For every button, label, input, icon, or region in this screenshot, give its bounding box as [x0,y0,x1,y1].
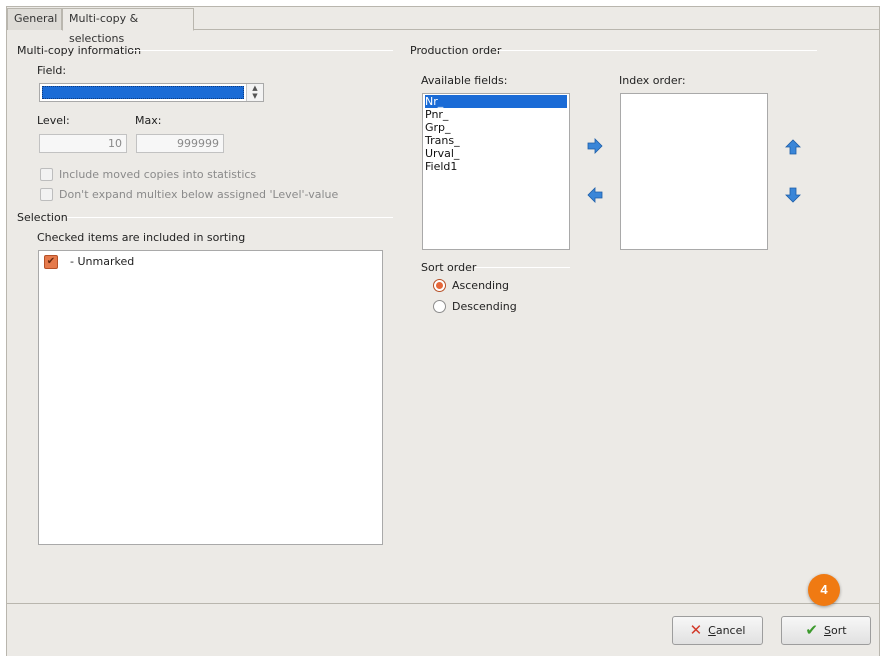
checkmark-icon: ✔ [805,621,818,639]
dont-expand-label: Don't expand multiex below assigned 'Lev… [59,188,339,201]
available-field-item[interactable]: Grp_ [425,121,451,134]
unmarked-label: - Unmarked [70,255,135,268]
sort-button[interactable]: ✔ Sort [781,616,871,645]
index-order-label: Index order: [619,74,686,87]
available-fields-list[interactable]: Nr_ Pnr_ Grp_ Trans_ Urval_ Field1 [422,93,570,250]
available-field-item[interactable]: Urval_ [425,147,459,160]
sort-order-title: Sort order [421,261,477,274]
sort-order-divider [475,267,570,268]
selection-list[interactable]: ✔ - Unmarked [38,250,383,545]
cross-icon: ✕ [689,621,703,639]
dialog-window: General Multi-copy & selections Multi-co… [6,6,880,656]
selection-divider [67,217,393,218]
selection-group-title: Selection [17,211,68,224]
include-moved-label: Include moved copies into statistics [59,168,257,181]
selection-subtitle: Checked items are included in sorting [37,231,246,244]
sort-button-label: Sort [824,624,847,637]
ascending-label: Ascending [452,279,510,292]
footer-bar: ✕ Cancel ✔ Sort [7,605,879,656]
tab-multicopy-selections[interactable]: Multi-copy & selections [62,8,194,45]
field-combo[interactable]: ▲ ▼ [39,83,264,102]
available-field-item[interactable]: Trans_ [425,134,460,147]
multicopy-divider [129,50,393,51]
field-combo-value [42,86,244,99]
available-fields-label: Available fields: [421,74,508,87]
tab-strip: General Multi-copy & selections [7,7,879,45]
unmarked-checkbox[interactable]: ✔ [44,255,58,269]
arrow-right-icon[interactable] [586,137,604,155]
include-moved-checkbox[interactable] [40,168,53,181]
level-label: Level: [37,114,70,127]
tab-general[interactable]: General [7,8,62,30]
arrow-down-icon[interactable] [784,186,802,204]
descending-radio[interactable] [433,300,446,313]
ascending-radio[interactable] [433,279,446,292]
tab-content: Multi-copy information Field: ▲ ▼ Level: … [7,30,879,604]
available-field-item[interactable]: Nr_ [425,95,567,108]
cancel-button[interactable]: ✕ Cancel [672,616,763,645]
combo-spin-icon[interactable]: ▲ ▼ [246,84,263,101]
cancel-button-label: Cancel [708,624,746,637]
max-label: Max: [135,114,162,127]
index-order-list[interactable] [620,93,768,250]
production-order-divider [497,50,817,51]
field-label: Field: [37,64,67,77]
production-order-title: Production order [410,44,502,57]
step-number-badge: 4 [808,574,840,606]
available-field-item[interactable]: Pnr_ [425,108,448,121]
level-input[interactable]: 10 [39,134,127,153]
descending-label: Descending [452,300,517,313]
arrow-left-icon[interactable] [586,186,604,204]
dont-expand-checkbox[interactable] [40,188,53,201]
max-input[interactable]: 999999 [136,134,224,153]
arrow-up-icon[interactable] [784,138,802,156]
available-field-item[interactable]: Field1 [425,160,457,173]
